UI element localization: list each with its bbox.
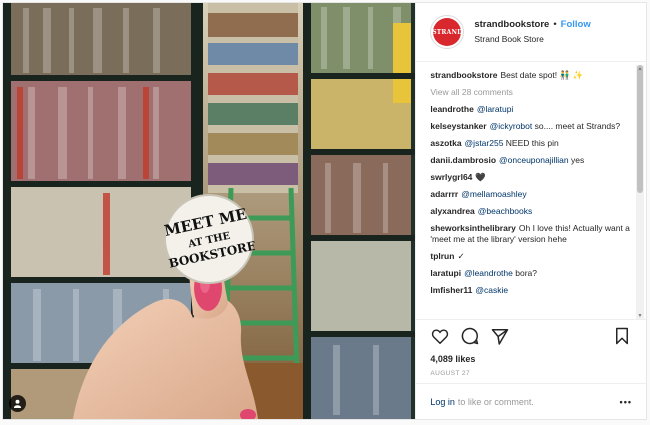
comment-username[interactable]: aszotka <box>430 138 461 148</box>
view-all-comments-link[interactable]: View all 28 comments <box>430 87 632 98</box>
comment-username[interactable]: sheworksinthelibrary <box>430 223 516 233</box>
comment-row: danii.dambrosio @onceuponajillian yes <box>430 155 632 166</box>
comment-text: yes <box>568 155 585 165</box>
comment-mention-link[interactable]: @leandrothe <box>464 268 513 278</box>
scroll-up-arrow-icon[interactable]: ▲ <box>637 65 643 73</box>
strand-logo: STRAND <box>432 18 462 46</box>
comment-row: adarrrr @mellamoashley <box>430 189 632 200</box>
post-photo[interactable]: MEET ME AT THE BOOKSTORE <box>3 3 416 419</box>
comment-username[interactable]: danii.dambrosio <box>430 155 496 165</box>
comment-mention-link[interactable]: @laratupi <box>477 104 514 114</box>
comment-mention-link[interactable]: @ickyrobot <box>490 121 533 131</box>
comment-username[interactable]: leandrothe <box>430 104 473 114</box>
comment-text: NEED this pin <box>503 138 559 148</box>
comment-row: leandrothe @laratupi <box>430 104 632 115</box>
comments-scrollbar[interactable] <box>636 65 644 320</box>
comment-row: kelseystanker @ickyrobot so.... meet at S… <box>430 121 632 132</box>
post-location[interactable]: Strand Book Store <box>474 32 590 46</box>
post-header: STRAND strandbookstore • Follow Strand B… <box>416 3 646 62</box>
caption: strandbookstore Best date spot! 👬 ✨ <box>430 70 632 81</box>
scrollbar-thumb[interactable] <box>637 65 643 193</box>
comment-username[interactable]: swrlygrl64 <box>430 172 472 182</box>
caption-username[interactable]: strandbookstore <box>430 70 497 80</box>
comment-mention-link[interactable]: @jstar255 <box>465 138 504 148</box>
instagram-post: MEET ME AT THE BOOKSTORE STRAND strandbo… <box>2 2 647 420</box>
comment-icon[interactable] <box>460 326 480 346</box>
avatar[interactable]: STRAND <box>430 15 465 49</box>
user-tag-icon[interactable] <box>9 395 26 412</box>
comment-row: aszotka @jstar255 NEED this pin <box>430 138 632 149</box>
login-footer: Log in to like or comment. ••• <box>416 383 646 419</box>
bookmark-icon[interactable] <box>612 326 632 346</box>
comment-username[interactable]: kelseystanker <box>430 121 486 131</box>
post-sidebar: STRAND strandbookstore • Follow Strand B… <box>415 3 646 419</box>
comment-username[interactable]: adarrrr <box>430 189 458 199</box>
comment-mention-link[interactable]: @mellamoashley <box>461 189 526 199</box>
likes-count[interactable]: 4,089 likes <box>430 354 632 364</box>
post-username[interactable]: strandbookstore <box>474 18 549 32</box>
comment-username[interactable]: laratupi <box>430 268 461 278</box>
post-date[interactable]: August 27 <box>430 370 632 377</box>
meet-me-pin: MEET ME AT THE BOOKSTORE <box>163 194 255 284</box>
comments-list: strandbookstore Best date spot! 👬 ✨ View … <box>416 62 646 319</box>
comment-row: sheworksinthelibrary Oh I love this! Actu… <box>430 223 632 245</box>
comment-username[interactable]: lmfisher11 <box>430 285 472 295</box>
comment-mention-link[interactable]: @caskie <box>475 285 508 295</box>
comment-row: alyxandrea @beachbooks <box>430 206 632 217</box>
comment-row: tplrun ✓ <box>430 251 632 262</box>
comment-text: so.... meet at Strands? <box>532 121 621 131</box>
comment-row: swrlygrl64 🖤 <box>430 172 632 183</box>
comment-mention-link[interactable]: @beachbooks <box>478 206 532 216</box>
more-options-icon[interactable]: ••• <box>620 397 632 407</box>
separator-dot: • <box>553 19 557 30</box>
login-prompt-text: to like or comment. <box>457 396 534 407</box>
comment-text: bora? <box>512 268 537 278</box>
comment-username[interactable]: alyxandrea <box>430 206 474 216</box>
comment-username[interactable]: tplrun <box>430 251 454 261</box>
comment-mention-link[interactable]: @onceuponajillian <box>499 155 569 165</box>
comment-row: laratupi @leandrothe bora? <box>430 268 632 279</box>
login-link[interactable]: Log in <box>430 397 455 407</box>
comment-text: 🖤 <box>475 172 487 182</box>
heart-icon[interactable] <box>430 326 450 346</box>
comment-row: lmfisher11 @caskie <box>430 285 632 296</box>
share-icon[interactable] <box>490 326 510 346</box>
follow-button[interactable]: Follow <box>561 18 591 32</box>
comment-text: ✓ <box>457 251 465 261</box>
caption-text: Best date spot! 👬 ✨ <box>500 70 584 80</box>
